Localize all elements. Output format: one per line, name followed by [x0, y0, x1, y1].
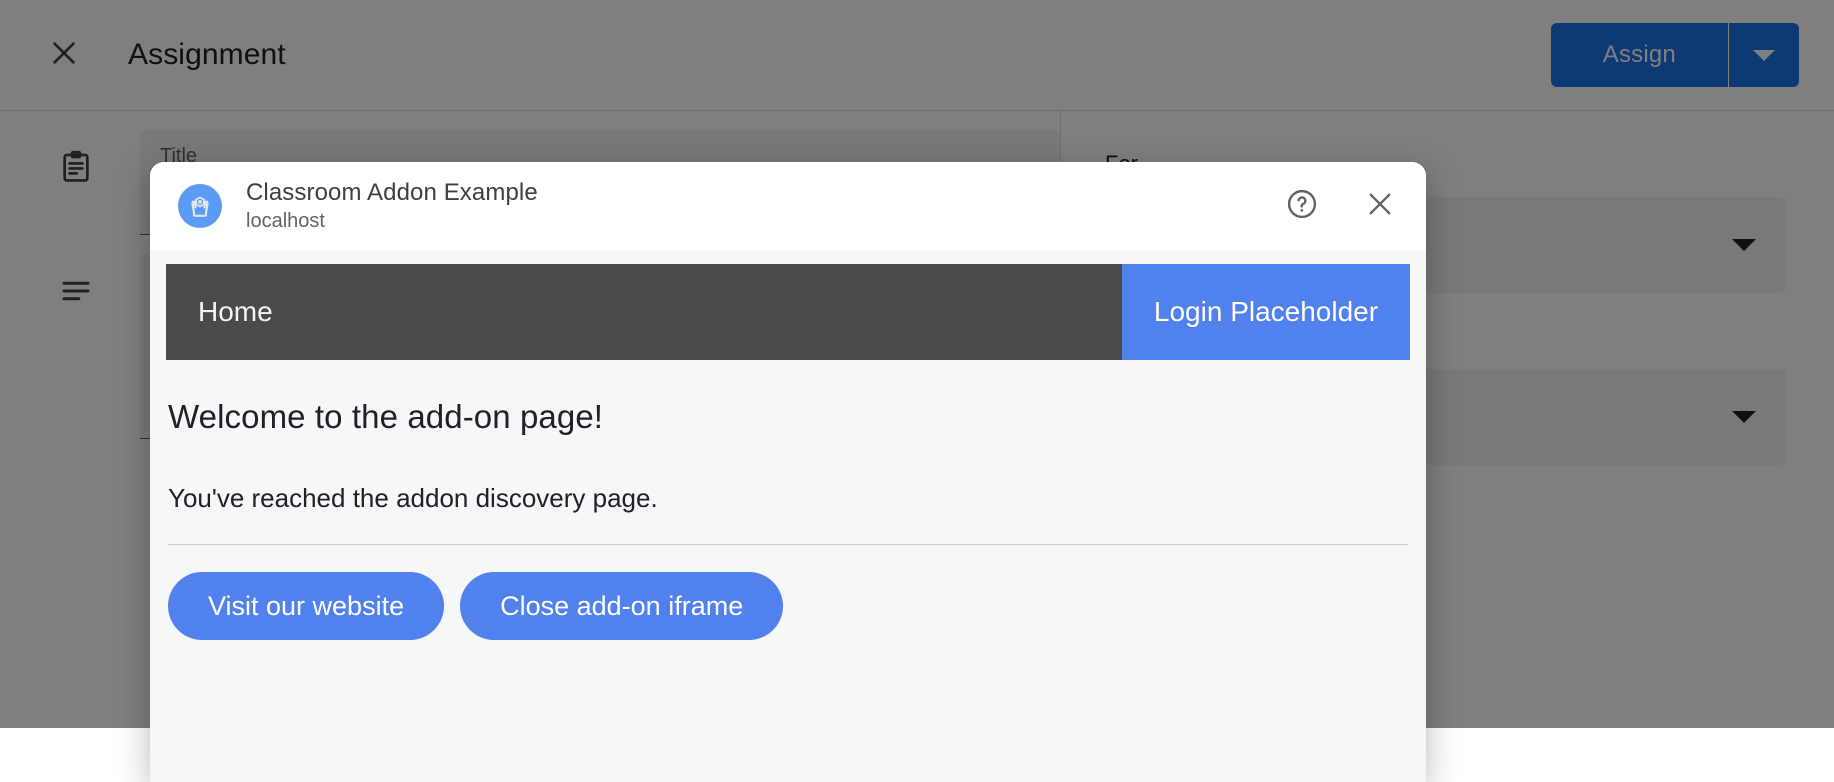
dialog-title-block: Classroom Addon Example localhost — [246, 179, 538, 234]
addon-paragraph: You've reached the addon discovery page. — [168, 483, 1408, 514]
addon-iframe-content: Home Login Placeholder Welcome to the ad… — [150, 250, 1426, 782]
dialog-help-button[interactable] — [1278, 182, 1326, 230]
close-icon — [1363, 187, 1397, 226]
addon-navbar: Home Login Placeholder — [166, 264, 1410, 360]
dialog-subtitle: localhost — [246, 210, 538, 234]
help-circle-icon — [1285, 187, 1319, 226]
addon-button-row: Visit our website Close add-on iframe — [168, 572, 1408, 640]
dialog-title: Classroom Addon Example — [246, 179, 538, 207]
addon-page-body: Welcome to the add-on page! You've reach… — [166, 398, 1410, 640]
dialog-actions — [1278, 182, 1404, 230]
dialog-close-button[interactable] — [1356, 182, 1404, 230]
navbar-home-link[interactable]: Home — [166, 264, 1122, 360]
addon-iframe-dialog: Classroom Addon Example localhost — [150, 162, 1426, 782]
addon-heading: Welcome to the add-on page! — [168, 398, 1408, 436]
navbar-login-placeholder[interactable]: Login Placeholder — [1122, 264, 1410, 360]
visit-website-button[interactable]: Visit our website — [168, 572, 444, 640]
addon-divider — [168, 544, 1408, 545]
dialog-header: Classroom Addon Example localhost — [150, 162, 1426, 250]
classroom-addon-icon — [178, 184, 222, 228]
close-addon-iframe-button[interactable]: Close add-on iframe — [460, 572, 783, 640]
